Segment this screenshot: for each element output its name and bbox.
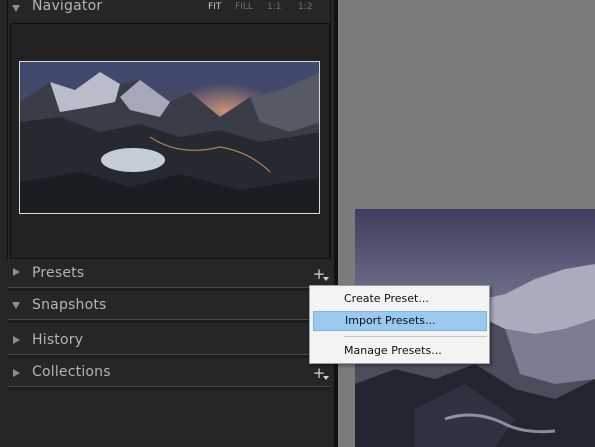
zoom-1-2-option[interactable]: 1:2: [298, 2, 312, 12]
snapshots-panel-header[interactable]: Snapshots: [32, 297, 107, 313]
panel-divider-bar: [8, 319, 330, 323]
menu-separator: [344, 336, 487, 337]
navigator-title: Navigator: [32, 0, 103, 14]
navigator-header[interactable]: Navigator FIT FILL 1:1 1:2: [0, 0, 334, 18]
expand-triangle-icon[interactable]: [13, 369, 20, 377]
plus-icon[interactable]: +: [312, 267, 329, 282]
expand-triangle-icon[interactable]: [13, 336, 20, 344]
preset-context-menu: Create Preset... Import Presets... Manag…: [309, 285, 490, 364]
panel-divider-bar: [8, 287, 330, 291]
panel-divider-bar: [8, 354, 330, 358]
presets-panel-header[interactable]: Presets: [32, 265, 84, 281]
navigator-thumbnail[interactable]: [19, 61, 320, 214]
import-presets-menu-item[interactable]: Import Presets...: [313, 311, 487, 331]
navigator-left-border: [7, 0, 8, 260]
zoom-1-1-option[interactable]: 1:1: [267, 2, 281, 12]
manage-presets-menu-item[interactable]: Manage Presets...: [313, 341, 487, 361]
collapse-triangle-icon[interactable]: [12, 5, 20, 12]
collapse-triangle-icon[interactable]: [12, 302, 20, 309]
plus-icon[interactable]: +: [312, 366, 329, 381]
panel-divider-bar: [8, 386, 330, 390]
expand-triangle-icon[interactable]: [13, 268, 20, 276]
panel-divider[interactable]: [334, 0, 338, 447]
create-preset-menu-item[interactable]: Create Preset...: [313, 289, 487, 309]
collections-panel-header[interactable]: Collections: [32, 364, 111, 380]
navigator-right-border: [330, 0, 331, 260]
zoom-fill-option[interactable]: FILL: [235, 2, 253, 12]
zoom-fit-option[interactable]: FIT: [208, 2, 221, 12]
history-panel-header[interactable]: History: [32, 332, 83, 348]
